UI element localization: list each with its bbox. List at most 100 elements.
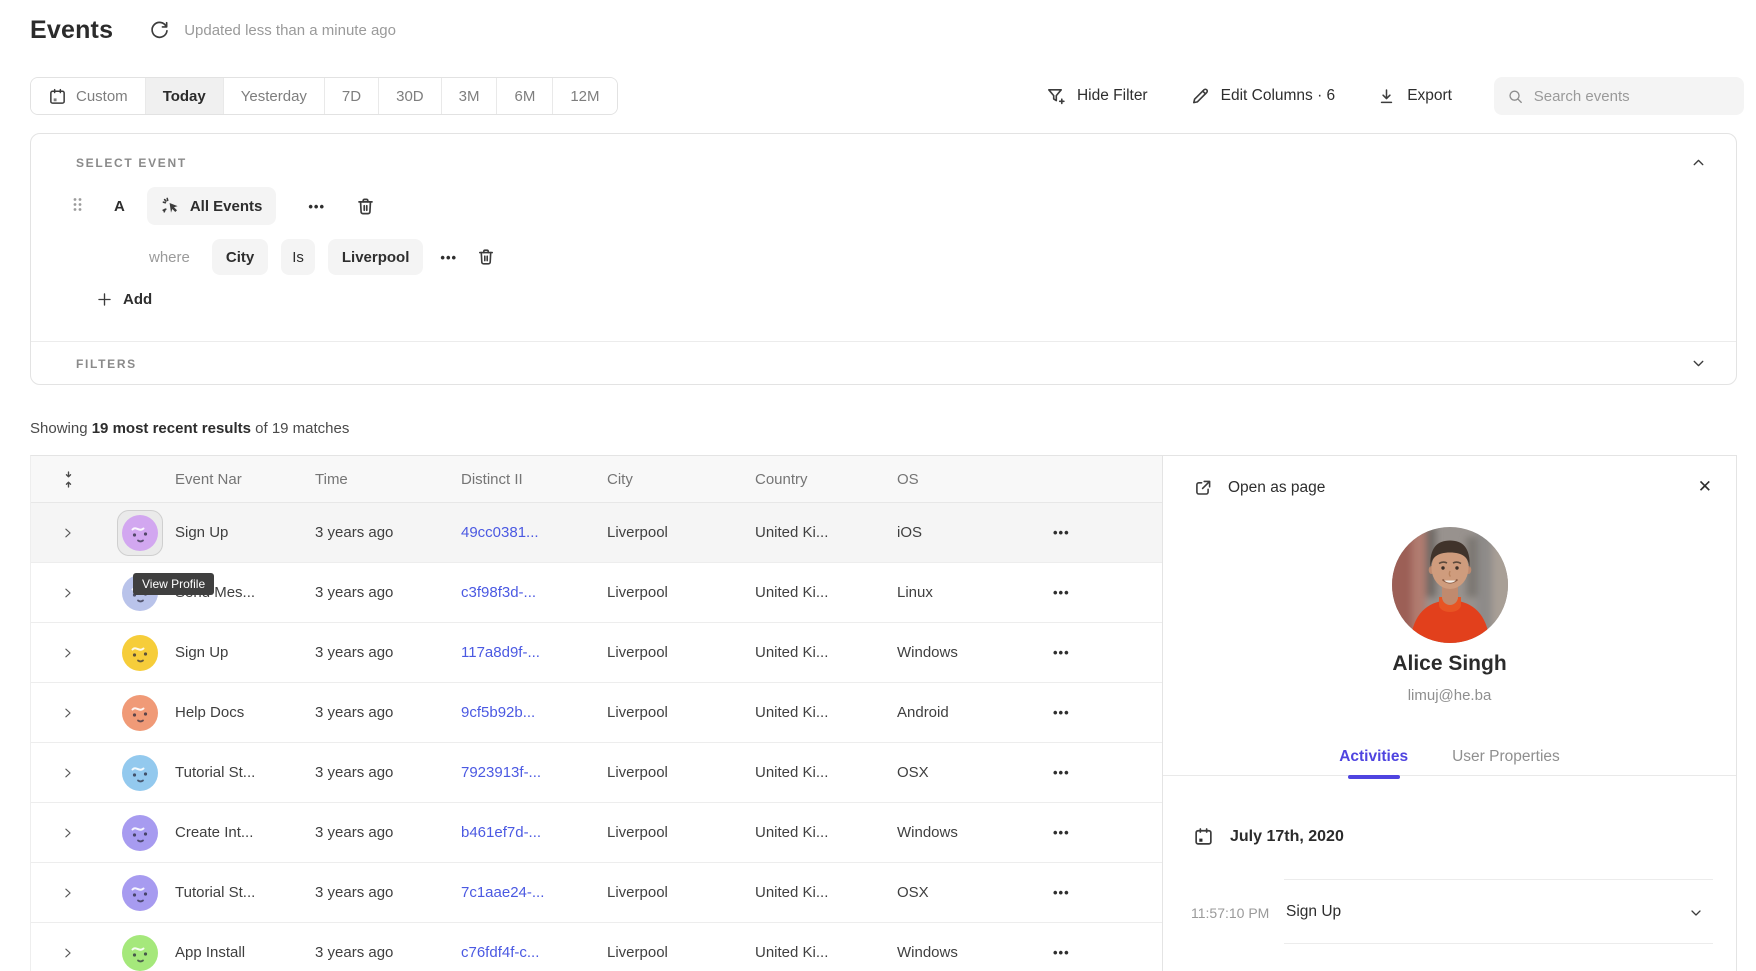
tab-today[interactable]: Today xyxy=(145,78,223,114)
event-selector-button[interactable]: All Events xyxy=(147,187,277,225)
expand-row-button[interactable] xyxy=(57,762,79,784)
event-time: 3 years ago xyxy=(315,524,461,541)
expand-row-button[interactable] xyxy=(57,582,79,604)
table-row[interactable]: Help Docs 3 years ago 9cf5b92b... Liverp… xyxy=(31,683,1162,743)
distinct-id-link[interactable]: b461ef7d-... xyxy=(461,824,541,841)
row-more-button[interactable]: ••• xyxy=(1049,581,1074,604)
search-input[interactable] xyxy=(1534,88,1731,105)
city: Liverpool xyxy=(607,884,755,901)
close-panel-button[interactable]: ✕ xyxy=(1698,478,1712,495)
chevron-up-icon xyxy=(1690,154,1707,171)
chevron-right-icon xyxy=(61,826,75,840)
value-button[interactable]: Liverpool xyxy=(328,239,424,275)
distinct-id-link[interactable]: c3f98f3d-... xyxy=(461,584,536,601)
city: Liverpool xyxy=(607,824,755,841)
table-row[interactable]: App Install 3 years ago c76fdf4f-c... Li… xyxy=(31,923,1162,971)
tab-custom[interactable]: Custom xyxy=(31,78,145,114)
expand-row-button[interactable] xyxy=(57,942,79,964)
drag-handle[interactable] xyxy=(69,194,86,218)
tab-7d[interactable]: 7D xyxy=(324,78,378,114)
col-event-name: Event Nar xyxy=(175,471,315,488)
event-time: 3 years ago xyxy=(315,644,461,661)
os: OSX xyxy=(897,884,1027,901)
expand-filters-button[interactable] xyxy=(1688,353,1709,374)
distinct-id-link[interactable]: 7923913f-... xyxy=(461,764,541,781)
expand-row-button[interactable] xyxy=(57,522,79,544)
where-label: where xyxy=(149,249,190,266)
tab-user-properties[interactable]: User Properties xyxy=(1452,748,1560,766)
table-header: Event Nar Time Distinct II City Country … xyxy=(31,456,1162,503)
external-link-icon xyxy=(1193,478,1213,498)
row-more-button[interactable]: ••• xyxy=(1049,521,1074,544)
table-row[interactable]: Tutorial St... 3 years ago 7c1aae24-... … xyxy=(31,863,1162,923)
tab-30d[interactable]: 30D xyxy=(378,78,441,114)
event-delete-button[interactable] xyxy=(353,194,378,219)
distinct-id-link[interactable]: c76fdf4f-c... xyxy=(461,944,539,961)
distinct-id-link[interactable]: 7c1aae24-... xyxy=(461,884,544,901)
filters-section[interactable]: FILTERS xyxy=(31,341,1736,386)
chevron-right-icon xyxy=(61,766,75,780)
event-more-button[interactable]: ••• xyxy=(304,195,329,218)
chevron-right-icon xyxy=(61,586,75,600)
country: United Ki... xyxy=(755,884,897,901)
country: United Ki... xyxy=(755,764,897,781)
hide-filter-label: Hide Filter xyxy=(1077,87,1148,105)
cursor-click-icon xyxy=(161,196,181,216)
distinct-id-link[interactable]: 9cf5b92b... xyxy=(461,704,535,721)
export-button[interactable]: Export xyxy=(1377,87,1452,106)
distinct-id-link[interactable]: 49cc0381... xyxy=(461,524,539,541)
page-title: Events xyxy=(30,16,113,45)
user-avatar[interactable] xyxy=(122,695,158,731)
table-row[interactable]: Sign Up 3 years ago 49cc0381... Liverpoo… xyxy=(31,503,1162,563)
operator-button[interactable]: Is xyxy=(281,239,315,275)
tab-12m[interactable]: 12M xyxy=(552,78,616,114)
user-avatar[interactable] xyxy=(122,635,158,671)
where-more-button[interactable]: ••• xyxy=(436,246,461,269)
expand-row-button[interactable] xyxy=(57,882,79,904)
user-avatar[interactable] xyxy=(122,815,158,851)
event-name: Sign Up xyxy=(175,644,315,661)
row-more-button[interactable]: ••• xyxy=(1049,641,1074,664)
event-time: 3 years ago xyxy=(315,824,461,841)
user-avatar[interactable] xyxy=(122,935,158,971)
add-event-button[interactable]: Add xyxy=(96,291,152,308)
collapse-panel-button[interactable] xyxy=(1688,152,1709,173)
expand-row-button[interactable] xyxy=(57,642,79,664)
user-avatar[interactable] xyxy=(122,515,158,551)
tab-3m[interactable]: 3M xyxy=(441,78,497,114)
activity-event-row[interactable]: 11:57:10 PM Sign Up xyxy=(1163,888,1736,938)
expand-row-button[interactable] xyxy=(57,702,79,724)
table-row[interactable]: Tutorial St... 3 years ago 7923913f-... … xyxy=(31,743,1162,803)
tab-6m[interactable]: 6M xyxy=(496,78,552,114)
user-avatar[interactable] xyxy=(122,755,158,791)
table-row[interactable]: Create Int... 3 years ago b461ef7d-... L… xyxy=(31,803,1162,863)
hide-filter-button[interactable]: Hide Filter xyxy=(1046,86,1148,106)
where-delete-button[interactable] xyxy=(474,245,498,269)
chevron-down-icon xyxy=(1690,355,1707,372)
edit-columns-button[interactable]: Edit Columns · 6 xyxy=(1190,86,1336,106)
row-more-button[interactable]: ••• xyxy=(1049,941,1074,964)
refresh-button[interactable] xyxy=(147,18,172,43)
col-os: OS xyxy=(897,471,1027,488)
edit-columns-label: Edit Columns · 6 xyxy=(1221,87,1336,105)
property-button[interactable]: City xyxy=(212,239,268,275)
row-more-button[interactable]: ••• xyxy=(1049,701,1074,724)
event-selector-label: All Events xyxy=(190,198,263,215)
collapse-all-button[interactable] xyxy=(56,466,81,493)
os: Linux xyxy=(897,584,1027,601)
chevron-right-icon xyxy=(61,706,75,720)
os: iOS xyxy=(897,524,1027,541)
row-more-button[interactable]: ••• xyxy=(1049,821,1074,844)
row-more-button[interactable]: ••• xyxy=(1049,881,1074,904)
divider xyxy=(1284,943,1713,944)
country: United Ki... xyxy=(755,524,897,541)
distinct-id-link[interactable]: 117a8d9f-... xyxy=(461,644,540,661)
user-avatar[interactable] xyxy=(122,875,158,911)
expand-row-button[interactable] xyxy=(57,822,79,844)
row-more-button[interactable]: ••• xyxy=(1049,761,1074,784)
tab-yesterday[interactable]: Yesterday xyxy=(223,78,324,114)
tab-activities[interactable]: Activities xyxy=(1339,748,1408,766)
open-as-page-button[interactable]: Open as page xyxy=(1193,478,1325,498)
table-row[interactable]: Sign Up 3 years ago 117a8d9f-... Liverpo… xyxy=(31,623,1162,683)
filter-funnel-icon xyxy=(1046,86,1066,106)
